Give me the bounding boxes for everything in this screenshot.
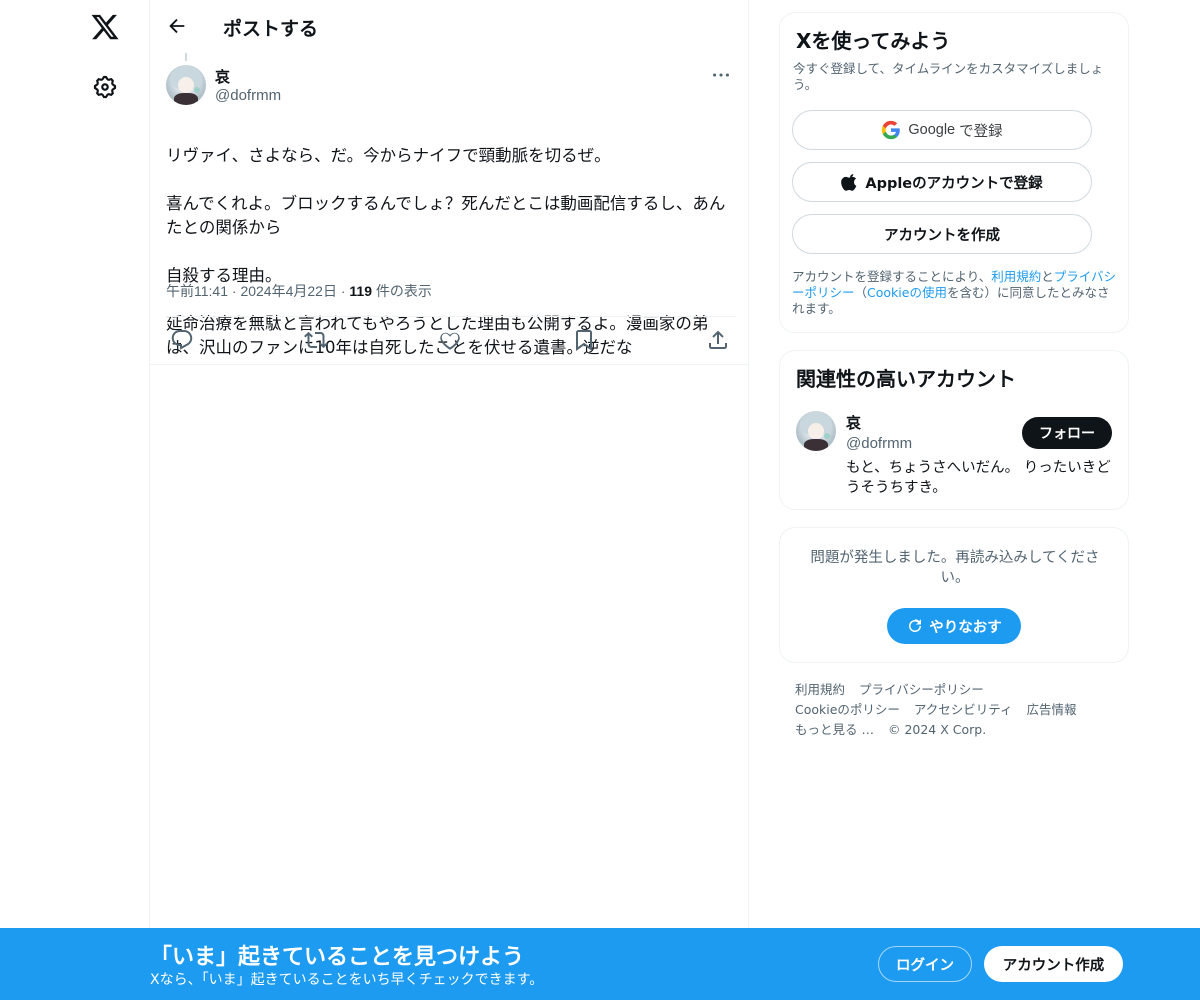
account-bio: もと、ちょうさへいだん。 りったいきどうそうちすき。 — [846, 460, 1111, 496]
retry-label: やりなおす — [929, 619, 1002, 636]
relevant-accounts-card: 関連性の高いアカウント 哀 @dofrmm フォロー もと、ちょうさへいだん。 … — [779, 350, 1129, 510]
share-icon[interactable] — [706, 328, 730, 352]
banner-title: 「いま」起きていることを見つけよう — [150, 945, 525, 970]
apple-label: Appleのアカウントで登録 — [865, 175, 1043, 192]
divider — [166, 316, 736, 317]
reply-icon[interactable] — [170, 328, 194, 352]
create-account-button[interactable]: アカウントを作成 — [792, 214, 1092, 254]
apple-signup-button[interactable]: Appleのアカウントで登録 — [792, 162, 1092, 202]
footer-link[interactable]: 広告情報 — [1027, 702, 1077, 717]
signup-button[interactable]: アカウント作成 — [984, 946, 1123, 982]
footer-link[interactable]: 利用規約 — [795, 682, 845, 697]
like-icon[interactable] — [438, 328, 462, 352]
signup-banner: 「いま」起きていることを見つけよう Xなら、「いま」起きていることをいち早くチェ… — [0, 928, 1200, 1000]
terms-prefix: アカウントを登録することにより、 — [792, 269, 992, 284]
post-actions — [150, 318, 750, 364]
create-account-label: アカウントを作成 — [884, 227, 1000, 244]
repost-icon[interactable] — [304, 328, 328, 352]
more-link[interactable]: もっと見る … — [795, 722, 874, 737]
view-count: 119 — [349, 283, 373, 299]
footer-link[interactable]: アクセシビリティ — [914, 702, 1013, 717]
main-column: ポストする 哀 @dofrmm リヴァイ、さよなら、だ。今からナイフで頸動脈を切… — [149, 0, 750, 1000]
gear-icon[interactable] — [92, 74, 118, 100]
error-card: 問題が発生しました。再読み込みしてください。 やりなおす — [779, 527, 1129, 663]
google-suffix: で登録 — [959, 123, 1003, 140]
follow-button[interactable]: フォロー — [1022, 417, 1112, 449]
thread-line — [185, 53, 187, 61]
google-icon — [882, 120, 901, 140]
terms-open: （ — [854, 285, 868, 300]
relevant-title: 関連性の高いアカウント — [796, 367, 1016, 391]
login-button[interactable]: ログイン — [878, 946, 972, 982]
view-label: 件の表示 — [375, 283, 432, 299]
page-header: ポストする — [150, 0, 750, 53]
banner-subtitle: Xなら、「いま」起きていることをいち早くチェックできます。 — [150, 972, 544, 988]
apple-icon — [841, 174, 857, 191]
more-options-icon[interactable] — [710, 64, 732, 86]
error-message: 問題が発生しました。再読み込みしてください。 — [810, 550, 1100, 586]
footer-link[interactable]: プライバシーポリシー — [859, 682, 984, 697]
signup-title: Xを使ってみよう — [796, 29, 951, 53]
account-name[interactable]: 哀 — [846, 412, 861, 433]
post-meta: 午前11:41 · 2024年4月22日 · 119 件の表示 — [166, 283, 432, 299]
x-logo-icon[interactable] — [90, 12, 120, 42]
terms-and: と — [1041, 269, 1054, 284]
footer-links: 利用規約 プライバシーポリシー Cookieのポリシー アクセシビリティ 広告情… — [795, 680, 1125, 740]
page-title: ポストする — [223, 18, 319, 40]
copyright: © 2024 X Corp. — [887, 722, 987, 737]
left-nav — [0, 0, 150, 1000]
author-handle[interactable]: @dofrmm — [215, 87, 281, 104]
avatar[interactable] — [796, 411, 836, 451]
refresh-icon — [909, 619, 922, 632]
retry-button[interactable]: やりなおす — [887, 608, 1021, 644]
google-signup-button[interactable]: Google で登録 — [792, 110, 1092, 150]
footer-link[interactable]: Cookieのポリシー — [795, 702, 900, 717]
bookmark-icon[interactable] — [572, 328, 596, 352]
account-handle[interactable]: @dofrmm — [846, 435, 912, 452]
divider — [150, 364, 750, 365]
avatar[interactable] — [166, 65, 206, 105]
terms-link[interactable]: 利用規約 — [991, 269, 1041, 284]
post-time[interactable]: 午前11:41 — [166, 283, 228, 299]
post-text-line: リヴァイ、さよなら、だ。今からナイフで頸動脈を切るぜ。 — [166, 146, 611, 165]
cookie-link[interactable]: Cookieの使用 — [867, 285, 947, 300]
back-arrow-icon[interactable] — [166, 15, 188, 37]
google-label: Google — [908, 122, 956, 138]
post-date[interactable]: 2024年4月22日 — [240, 283, 337, 299]
terms-text: アカウントを登録することにより、利用規約とプライバシーポリシー（Cookieの使… — [792, 269, 1120, 317]
signup-subtitle: 今すぐ登録して、タイムラインをカスタマイズしましょう。 — [793, 61, 1104, 92]
author-name[interactable]: 哀 — [215, 66, 230, 87]
signup-card: Xを使ってみよう 今すぐ登録して、タイムラインをカスタマイズしましょう。 Goo… — [779, 12, 1129, 333]
post-text-line: 喜んでくれよ。ブロックするんでしょ？死んだとこは動画配信するし、あんたとの関係か… — [166, 194, 726, 237]
